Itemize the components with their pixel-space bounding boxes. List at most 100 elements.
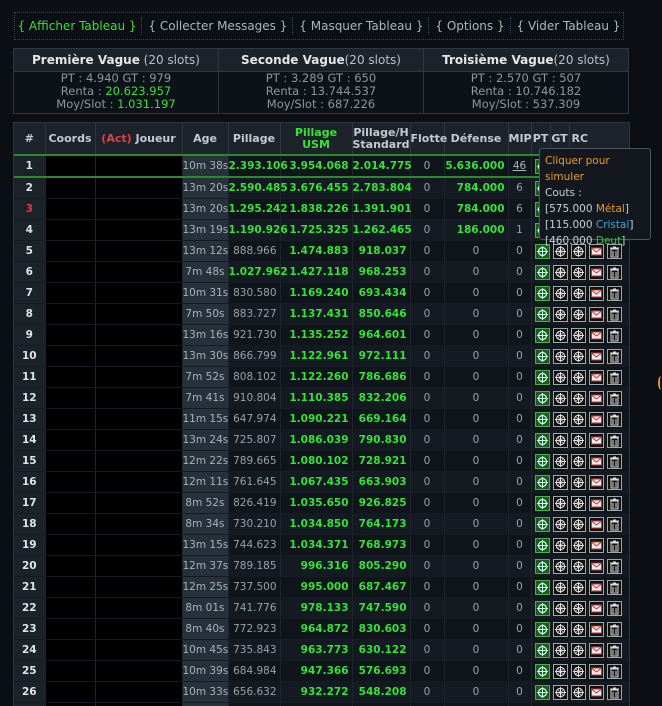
target-icon[interactable] (571, 496, 586, 511)
row-mip[interactable] (508, 703, 531, 706)
table-row[interactable]: 117m 52s808.1021.122.260786.686000 (14, 367, 629, 388)
col-act[interactable]: (Act) (101, 132, 131, 145)
row-mip[interactable]: 0 (508, 556, 531, 577)
col-pillage-standard[interactable]: Pillage/HStandard (352, 123, 410, 155)
target-icon[interactable] (571, 265, 586, 280)
trash-icon[interactable] (607, 601, 622, 616)
target-icon[interactable] (571, 622, 586, 637)
target-icon[interactable] (571, 349, 586, 364)
mail-icon[interactable] (589, 517, 604, 532)
mail-icon[interactable] (589, 664, 604, 679)
mail-icon[interactable] (589, 391, 604, 406)
mail-icon[interactable] (589, 349, 604, 364)
target-icon[interactable] (553, 328, 568, 343)
col-flotte[interactable]: Flotte (410, 123, 444, 155)
target-icon[interactable] (553, 580, 568, 595)
row-mip[interactable]: 0 (508, 514, 531, 535)
menu-vider-tableau[interactable]: { Vider Tableau } (517, 19, 621, 33)
mail-icon[interactable] (589, 265, 604, 280)
table-row[interactable]: 188m 34s730.2101.034.850764.173000 (14, 514, 629, 535)
col-coords[interactable]: Coords (45, 123, 95, 155)
target-icon[interactable] (553, 454, 568, 469)
target-icon[interactable] (553, 559, 568, 574)
simulate-icon[interactable] (535, 580, 550, 595)
trash-icon[interactable] (607, 622, 622, 637)
trash-icon[interactable] (607, 328, 622, 343)
simulate-icon[interactable] (535, 454, 550, 469)
trash-icon[interactable] (607, 517, 622, 532)
table-row[interactable]: 413m 19s1.190.9261.725.3251.262.4650186.… (14, 220, 629, 241)
simulate-icon[interactable] (535, 370, 550, 385)
row-mip[interactable]: 0 (508, 388, 531, 409)
target-icon[interactable] (553, 538, 568, 553)
trash-icon[interactable] (607, 475, 622, 490)
target-icon[interactable] (571, 475, 586, 490)
trash-icon[interactable] (607, 349, 622, 364)
target-icon[interactable] (553, 643, 568, 658)
simulate-icon[interactable] (535, 685, 550, 700)
target-icon[interactable] (553, 622, 568, 637)
mail-icon[interactable] (589, 685, 604, 700)
mail-icon[interactable] (589, 601, 604, 616)
col-age[interactable]: Age (182, 123, 228, 155)
row-mip[interactable]: 0 (508, 640, 531, 661)
mail-icon[interactable] (589, 454, 604, 469)
target-icon[interactable] (553, 391, 568, 406)
table-row[interactable]: 67m 48s1.027.9621.427.118968.253000 (14, 262, 629, 283)
trash-icon[interactable] (607, 391, 622, 406)
target-icon[interactable] (571, 601, 586, 616)
row-mip[interactable]: 0 (508, 493, 531, 514)
col-joueur[interactable]: (Act) Joueur (95, 123, 182, 155)
simulate-icon[interactable] (535, 601, 550, 616)
table-row[interactable]: 228m 01s741.776978.133747.590000 (14, 598, 629, 619)
target-icon[interactable] (553, 517, 568, 532)
target-icon[interactable] (553, 265, 568, 280)
row-mip[interactable]: 0 (508, 304, 531, 325)
col-defense[interactable]: Défense (444, 123, 508, 155)
row-mip[interactable]: 6 (508, 199, 531, 220)
target-icon[interactable] (571, 433, 586, 448)
table-row[interactable]: 178m 52s826.4191.035.650926.825000 (14, 493, 629, 514)
table-row[interactable]: 710m 31s830.5801.169.240693.434000 (14, 283, 629, 304)
trash-icon[interactable] (607, 559, 622, 574)
menu-masquer-tableau[interactable]: { Masquer Tableau } (299, 19, 423, 33)
target-icon[interactable] (571, 517, 586, 532)
target-icon[interactable] (571, 454, 586, 469)
target-icon[interactable] (553, 496, 568, 511)
target-icon[interactable] (553, 370, 568, 385)
target-icon[interactable] (571, 643, 586, 658)
row-mip[interactable]: 0 (508, 409, 531, 430)
table-row[interactable]: 2610m 33s656.632932.272548.208000 (14, 682, 629, 703)
target-icon[interactable] (553, 412, 568, 427)
row-mip[interactable]: 0 (508, 682, 531, 703)
table-row[interactable]: 913m 16s921.7301.135.252964.601000 (14, 325, 629, 346)
mail-icon[interactable] (589, 538, 604, 553)
simulate-icon[interactable] (535, 475, 550, 490)
mail-icon[interactable] (589, 622, 604, 637)
trash-icon[interactable] (607, 664, 622, 679)
target-icon[interactable] (553, 307, 568, 322)
target-icon[interactable] (571, 580, 586, 595)
trash-icon[interactable] (607, 433, 622, 448)
table-row[interactable]: 27 (14, 703, 629, 706)
trash-icon[interactable] (607, 580, 622, 595)
row-mip[interactable]: 6 (508, 177, 531, 199)
row-mip[interactable]: 0 (508, 451, 531, 472)
trash-icon[interactable] (607, 496, 622, 511)
table-row[interactable]: 1413m 24s725.8071.086.039790.830000 (14, 430, 629, 451)
simulate-icon[interactable] (535, 496, 550, 511)
mail-icon[interactable] (589, 433, 604, 448)
simulate-icon[interactable] (535, 538, 550, 553)
row-mip[interactable]: 46 (508, 155, 531, 177)
row-mip[interactable]: 0 (508, 661, 531, 682)
simulate-icon[interactable] (535, 664, 550, 679)
col-mip[interactable]: MIP (508, 123, 531, 155)
simulate-icon[interactable] (535, 412, 550, 427)
trash-icon[interactable] (607, 307, 622, 322)
row-mip[interactable]: 0 (508, 535, 531, 556)
simulate-icon[interactable] (535, 265, 550, 280)
target-icon[interactable] (571, 328, 586, 343)
target-icon[interactable] (571, 664, 586, 679)
row-mip[interactable]: 0 (508, 472, 531, 493)
row-mip[interactable]: 0 (508, 367, 531, 388)
